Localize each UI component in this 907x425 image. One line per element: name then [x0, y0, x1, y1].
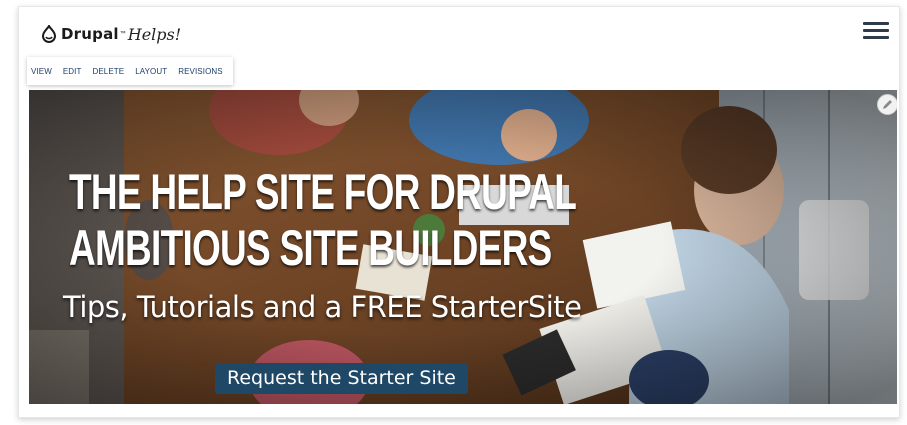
- logo-trademark: ™: [119, 31, 126, 37]
- hero-headline: THE HELP SITE FOR DRUPAL AMBITIOUS SITE …: [69, 164, 577, 276]
- headline-line-1: THE HELP SITE FOR DRUPAL: [69, 164, 577, 220]
- tab-delete[interactable]: DELETE: [92, 67, 124, 76]
- pencil-icon: [883, 100, 892, 109]
- site-logo[interactable]: Drupal ™ Helps!: [41, 23, 181, 45]
- hero-banner: THE HELP SITE FOR DRUPAL AMBITIOUS SITE …: [29, 90, 897, 404]
- tab-layout[interactable]: LAYOUT: [135, 67, 167, 76]
- tab-view[interactable]: VIEW: [31, 67, 52, 76]
- logo-wordmark: Drupal: [61, 25, 119, 43]
- hamburger-menu-button[interactable]: [863, 22, 889, 40]
- drupal-drop-icon: [41, 25, 57, 43]
- tab-revisions[interactable]: REVISIONS: [178, 67, 222, 76]
- headline-line-2: AMBITIOUS SITE BUILDERS: [69, 220, 552, 276]
- hero-subtitle: Tips, Tutorials and a FREE StarterSite: [63, 290, 582, 324]
- edit-banner-button[interactable]: [877, 94, 897, 115]
- request-starter-site-button[interactable]: Request the Starter Site: [215, 363, 468, 394]
- tab-edit[interactable]: EDIT: [63, 67, 82, 76]
- hamburger-icon: [863, 22, 889, 25]
- logo-script: Helps!: [127, 24, 182, 44]
- site-header: Drupal ™ Helps!: [19, 7, 899, 55]
- page-frame: Drupal ™ Helps! VIEW EDIT DELETE LAYOUT …: [18, 6, 900, 418]
- local-tasks-tabs: VIEW EDIT DELETE LAYOUT REVISIONS: [27, 57, 233, 85]
